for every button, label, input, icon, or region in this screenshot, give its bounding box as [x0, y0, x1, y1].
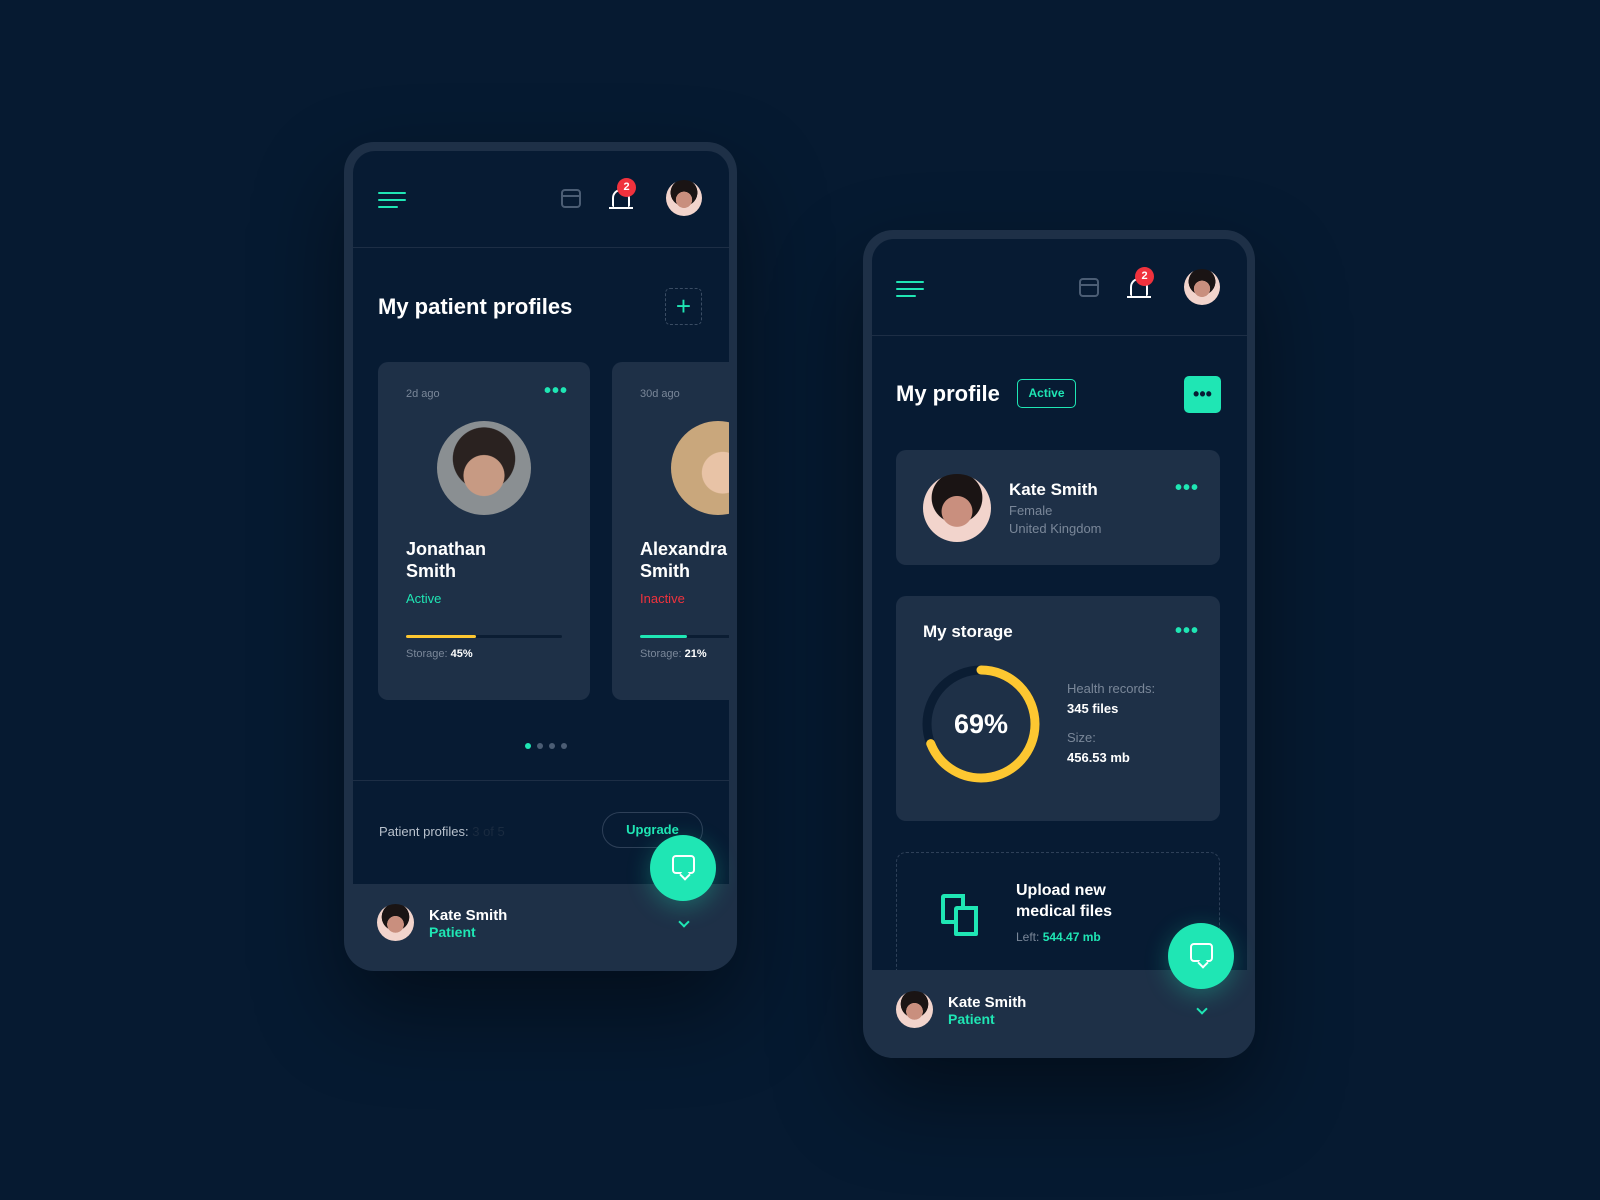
- storage-value: 45%: [450, 648, 473, 660]
- user-avatar: [896, 991, 933, 1028]
- chat-icon: [1190, 943, 1213, 962]
- chevron-down-icon[interactable]: [1196, 1003, 1208, 1015]
- page-title: My profile: [896, 381, 1000, 406]
- pagination-dots[interactable]: [522, 736, 570, 754]
- screen: 2 My patient profiles + 2d ago ••• Jonat…: [353, 151, 729, 884]
- chat-icon: [672, 855, 695, 874]
- notification-badge: 2: [1135, 267, 1154, 286]
- patient-profiles-phone: 2 My patient profiles + 2d ago ••• Jonat…: [344, 142, 737, 971]
- size-value: 456.53 mb: [1067, 750, 1130, 765]
- storage-percent: 69%: [953, 709, 1009, 739]
- chat-button[interactable]: [650, 835, 716, 901]
- profile-avatar: [923, 474, 991, 542]
- header-divider: [353, 247, 729, 248]
- storage-text: Storage: 21%: [640, 648, 707, 660]
- profiles-label: Patient profiles:: [379, 824, 469, 839]
- header-divider: [872, 335, 1247, 336]
- last-updated: 2d ago: [406, 388, 440, 400]
- patient-last-name: Smith: [640, 561, 691, 581]
- more-options-button[interactable]: •••: [1184, 376, 1221, 413]
- patient-first-name: Alexandra: [640, 539, 728, 559]
- space-left-value: 544.47 mb: [1042, 930, 1101, 944]
- more-options-icon[interactable]: •••: [544, 381, 568, 401]
- upload-title-line2: medical files: [1016, 903, 1113, 920]
- user-role: Patient: [429, 924, 476, 940]
- menu-icon[interactable]: [378, 192, 406, 213]
- calendar-icon[interactable]: [561, 189, 581, 208]
- menu-icon[interactable]: [896, 281, 924, 302]
- notification-badge: 2: [617, 178, 636, 197]
- more-options-icon[interactable]: •••: [1175, 621, 1199, 641]
- size-label: Size:: [1067, 730, 1096, 745]
- profile-country: United Kingdom: [1009, 521, 1102, 536]
- user-name: Kate Smith: [948, 994, 1027, 1011]
- patient-photo: [671, 421, 729, 515]
- status-badge: Active: [1017, 379, 1076, 408]
- page-title: My patient profiles: [378, 294, 573, 319]
- calendar-icon[interactable]: [1079, 278, 1099, 297]
- storage-title: My storage: [923, 622, 1013, 641]
- screen: 2 My profile Active ••• Kate Smith Femal…: [872, 239, 1247, 970]
- avatar[interactable]: [1184, 269, 1220, 305]
- patient-photo: [437, 421, 531, 515]
- chat-button[interactable]: [1168, 923, 1234, 989]
- storage-value: 21%: [684, 648, 707, 660]
- status-badge: Inactive: [640, 591, 685, 606]
- patient-first-name: Jonathan: [406, 539, 487, 559]
- my-profile-phone: 2 My profile Active ••• Kate Smith Femal…: [863, 230, 1255, 1058]
- add-patient-button[interactable]: +: [665, 288, 702, 325]
- last-updated: 30d ago: [640, 388, 680, 400]
- patient-card[interactable]: 2d ago ••• Jonathan Smith Active Storage…: [378, 362, 590, 700]
- profiles-value: 3 of 5: [472, 824, 505, 839]
- space-left: Left: 544.47 mb: [1016, 930, 1101, 944]
- storage-text: Storage: 45%: [406, 648, 473, 660]
- more-options-icon[interactable]: •••: [1175, 478, 1199, 498]
- upload-title-line1: Upload new: [1016, 882, 1106, 899]
- user-avatar: [377, 904, 414, 941]
- storage-label: Storage:: [640, 648, 682, 660]
- profile-card: Kate Smith Female United Kingdom •••: [896, 450, 1220, 565]
- storage-progress: [640, 635, 729, 638]
- chevron-down-icon[interactable]: [678, 916, 690, 928]
- space-left-label: Left:: [1016, 930, 1040, 944]
- patient-last-name: Smith: [406, 561, 457, 581]
- avatar[interactable]: [666, 180, 702, 216]
- section-divider: [353, 780, 729, 781]
- profiles-count: Patient profiles: 3 of 5: [379, 824, 505, 839]
- storage-progress: [406, 635, 562, 638]
- records-value: 345 files: [1067, 701, 1119, 716]
- user-role: Patient: [948, 1011, 995, 1027]
- records-label: Health records:: [1067, 681, 1156, 696]
- storage-label: Storage:: [406, 648, 448, 660]
- storage-card: My storage ••• 69% Health records: 345 f…: [896, 596, 1220, 821]
- profile-gender: Female: [1009, 503, 1053, 518]
- status-badge: Active: [406, 591, 442, 606]
- user-name: Kate Smith: [429, 907, 508, 924]
- profile-name: Kate Smith: [1009, 480, 1098, 499]
- patient-card[interactable]: 30d ago Alexandra Smith Inactive Storage…: [612, 362, 729, 700]
- files-icon: [941, 894, 981, 938]
